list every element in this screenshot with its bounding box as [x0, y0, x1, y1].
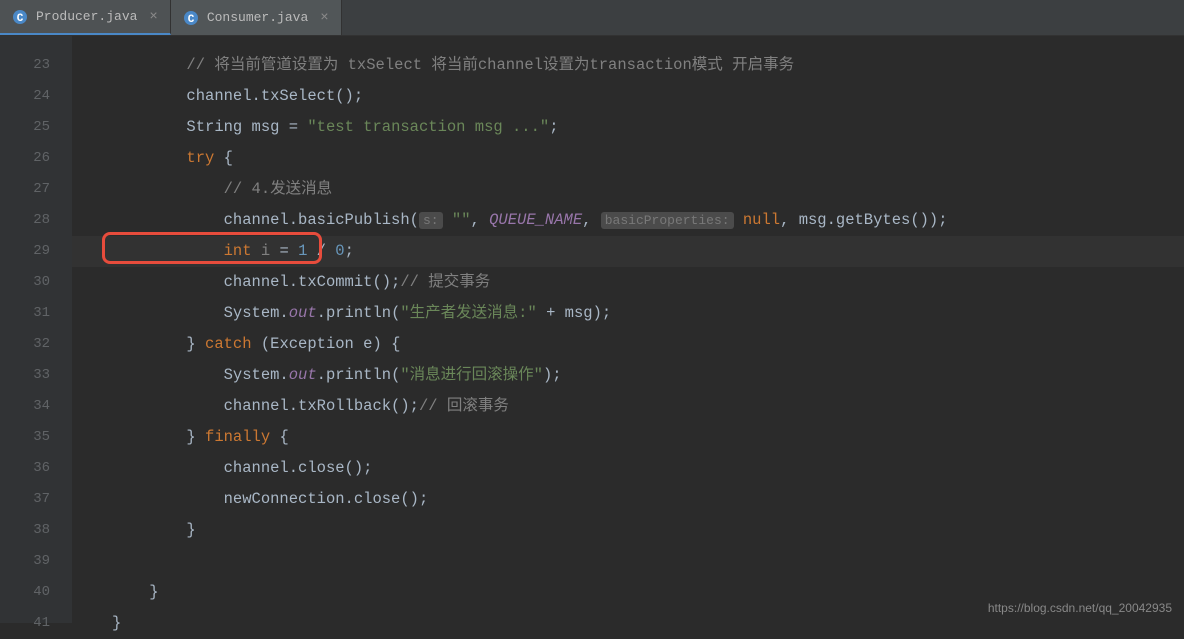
code-line: } catch (Exception e) { — [112, 329, 1184, 360]
line-number: 23 — [0, 50, 72, 81]
gutter: 23 24 25 26 27 28 29 30 31 32 33 34 35 3… — [0, 36, 72, 623]
code-line: newConnection.close(); — [112, 484, 1184, 515]
line-number: 36 — [0, 453, 72, 484]
line-number: 39 — [0, 546, 72, 577]
watermark: https://blog.csdn.net/qq_20042935 — [988, 601, 1172, 615]
tab-producer[interactable]: C Producer.java × — [0, 0, 171, 35]
code-line: channel.txRollback();// 回滚事务 — [112, 391, 1184, 422]
tab-consumer[interactable]: C Consumer.java × — [171, 0, 342, 35]
line-number: 33 — [0, 360, 72, 391]
line-number: 28 — [0, 205, 72, 236]
java-class-icon: C — [183, 10, 199, 26]
svg-text:C: C — [188, 14, 195, 26]
svg-text:C: C — [17, 13, 24, 25]
line-number: 26 — [0, 143, 72, 174]
code-line — [112, 546, 1184, 577]
code-line: channel.txCommit();// 提交事务 — [112, 267, 1184, 298]
code-line: System.out.println("生产者发送消息:" + msg); — [112, 298, 1184, 329]
line-number: 25 — [0, 112, 72, 143]
code-line: channel.basicPublish(s: "", QUEUE_NAME, … — [112, 205, 1184, 236]
code-line: System.out.println("消息进行回滚操作"); — [112, 360, 1184, 391]
tab-label: Consumer.java — [207, 10, 308, 25]
close-icon[interactable]: × — [145, 9, 157, 25]
code-line: // 将当前管道设置为 txSelect 将当前channel设置为transa… — [112, 50, 1184, 81]
line-number: 35 — [0, 422, 72, 453]
line-number: 31 — [0, 298, 72, 329]
java-class-icon: C — [12, 9, 28, 25]
code-line: channel.close(); — [112, 453, 1184, 484]
code-area[interactable]: // 将当前管道设置为 txSelect 将当前channel设置为transa… — [72, 36, 1184, 623]
close-icon[interactable]: × — [316, 10, 328, 26]
tab-label: Producer.java — [36, 9, 137, 24]
line-number: 32 — [0, 329, 72, 360]
code-line: channel.txSelect(); — [112, 81, 1184, 112]
line-number: 41 — [0, 608, 72, 639]
line-number: 30 — [0, 267, 72, 298]
line-number: 34 — [0, 391, 72, 422]
code-line: try { — [112, 143, 1184, 174]
code-editor[interactable]: 23 24 25 26 27 28 29 30 31 32 33 34 35 3… — [0, 36, 1184, 623]
line-number: 29 — [0, 236, 72, 267]
line-number: 24 — [0, 81, 72, 112]
line-number: 27 — [0, 174, 72, 205]
line-number: 38 — [0, 515, 72, 546]
code-line: } finally { — [112, 422, 1184, 453]
code-line: String msg = "test transaction msg ..."; — [112, 112, 1184, 143]
code-line: // 4.发送消息 — [112, 174, 1184, 205]
editor-tabs: C Producer.java × C Consumer.java × — [0, 0, 1184, 36]
code-line-current: int i = 1 / 0; — [72, 236, 1184, 267]
code-line: } — [112, 515, 1184, 546]
line-number: 37 — [0, 484, 72, 515]
line-number: 40 — [0, 577, 72, 608]
